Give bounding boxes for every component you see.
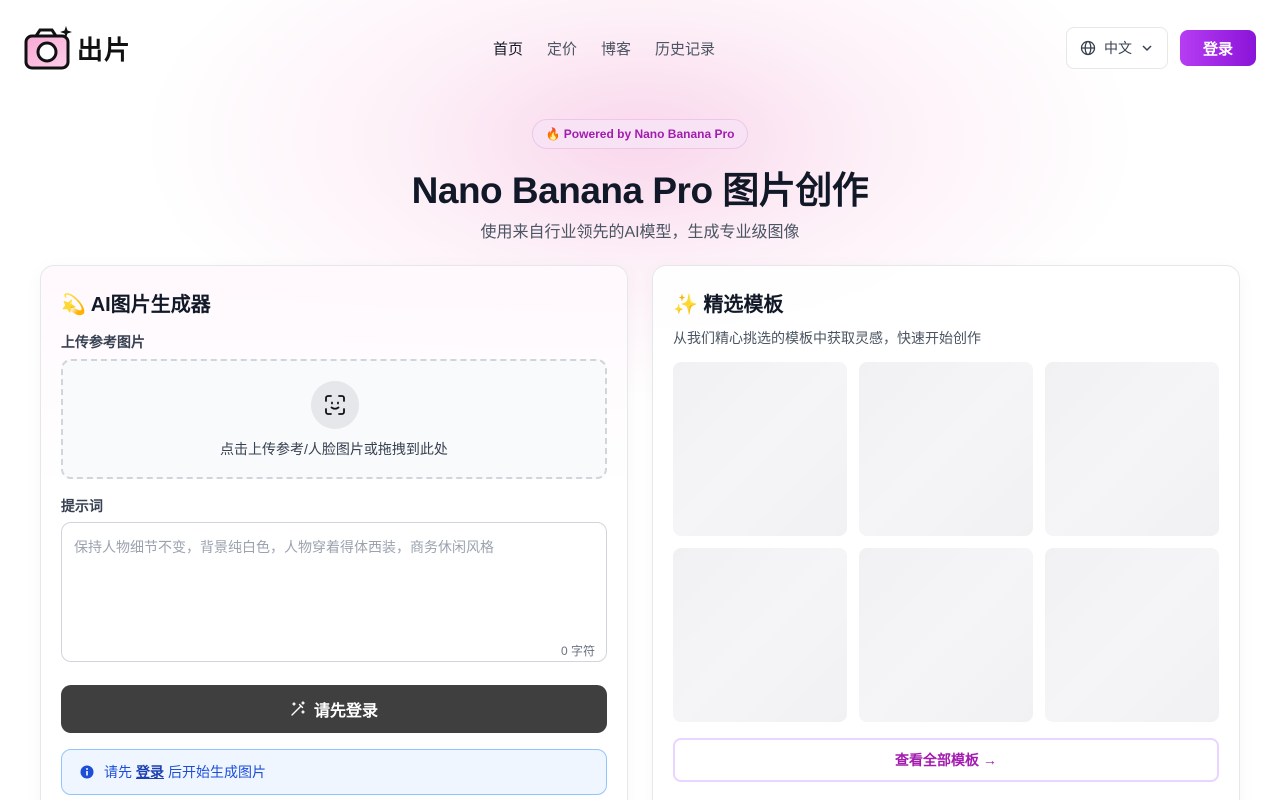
chevron-down-icon xyxy=(1142,45,1152,52)
notice-suffix: 后开始生成图片 xyxy=(168,764,266,780)
char-count: 0 字符 xyxy=(560,644,595,658)
nav-pricing[interactable]: 定价 xyxy=(547,38,577,59)
nav-home[interactable]: 首页 xyxy=(493,38,523,59)
language-label: 中文 xyxy=(1104,40,1132,56)
info-icon xyxy=(80,765,94,779)
face-scan-icon xyxy=(311,381,359,429)
nav-history[interactable]: 历史记录 xyxy=(655,38,715,59)
site-header: 出片 首页 定价 博客 历史记录 中文 登录 xyxy=(0,0,1280,96)
templates-title: ✨ 精选模板 xyxy=(673,294,784,316)
template-card-placeholder[interactable] xyxy=(673,362,847,536)
language-selector[interactable]: 中文 xyxy=(1066,27,1168,69)
nav-blog[interactable]: 博客 xyxy=(601,38,631,59)
login-button[interactable]: 登录 xyxy=(1180,30,1256,66)
view-all-templates-button[interactable]: 查看全部模板 → xyxy=(673,738,1219,782)
upload-hint: 点击上传参考/人脸图片或拖拽到此处 xyxy=(220,441,448,457)
notice-login-link[interactable]: 登录 xyxy=(136,762,164,782)
notice-prefix: 请先 xyxy=(104,764,132,780)
logo[interactable]: 出片 xyxy=(24,24,131,72)
prompt-label: 提示词 xyxy=(61,498,103,514)
upload-dropzone[interactable]: 点击上传参考/人脸图片或拖拽到此处 xyxy=(61,359,607,479)
powered-by-badge: 🔥 Powered by Nano Banana Pro xyxy=(532,119,748,149)
template-card-placeholder[interactable] xyxy=(859,548,1033,722)
template-card-placeholder[interactable] xyxy=(1045,362,1219,536)
templates-description: 从我们精心挑选的模板中获取灵感，快速开始创作 xyxy=(673,330,981,346)
template-card-placeholder[interactable] xyxy=(859,362,1033,536)
brand-name: 出片 xyxy=(77,34,132,65)
page-subtitle: 使用来自行业领先的AI模型，生成专业级图像 xyxy=(480,224,800,241)
prompt-input[interactable] xyxy=(61,522,607,662)
camera-logo-icon xyxy=(24,26,72,70)
generate-button-label: 请先登录 xyxy=(313,703,378,720)
generator-card: 💫 AI图片生成器 上传参考图片 点击上传参考/人脸图片或拖拽到此处 提示词 0… xyxy=(40,265,628,800)
magic-wand-icon xyxy=(291,701,305,716)
template-card-placeholder[interactable] xyxy=(673,548,847,722)
main-nav: 首页 定价 博客 历史记录 xyxy=(493,38,739,59)
globe-icon xyxy=(1080,40,1096,56)
templates-card: ✨ 精选模板 从我们精心挑选的模板中获取灵感，快速开始创作 查看全部模板 → xyxy=(652,265,1240,800)
template-card-placeholder[interactable] xyxy=(1045,548,1219,722)
login-notice: 请先 登录 后开始生成图片 xyxy=(61,749,607,795)
page-title: Nano Banana Pro 图片创作 xyxy=(411,170,869,211)
upload-label: 上传参考图片 xyxy=(61,334,145,350)
generate-button[interactable]: 请先登录 xyxy=(61,685,607,733)
generator-title: 💫 AI图片生成器 xyxy=(61,294,211,316)
